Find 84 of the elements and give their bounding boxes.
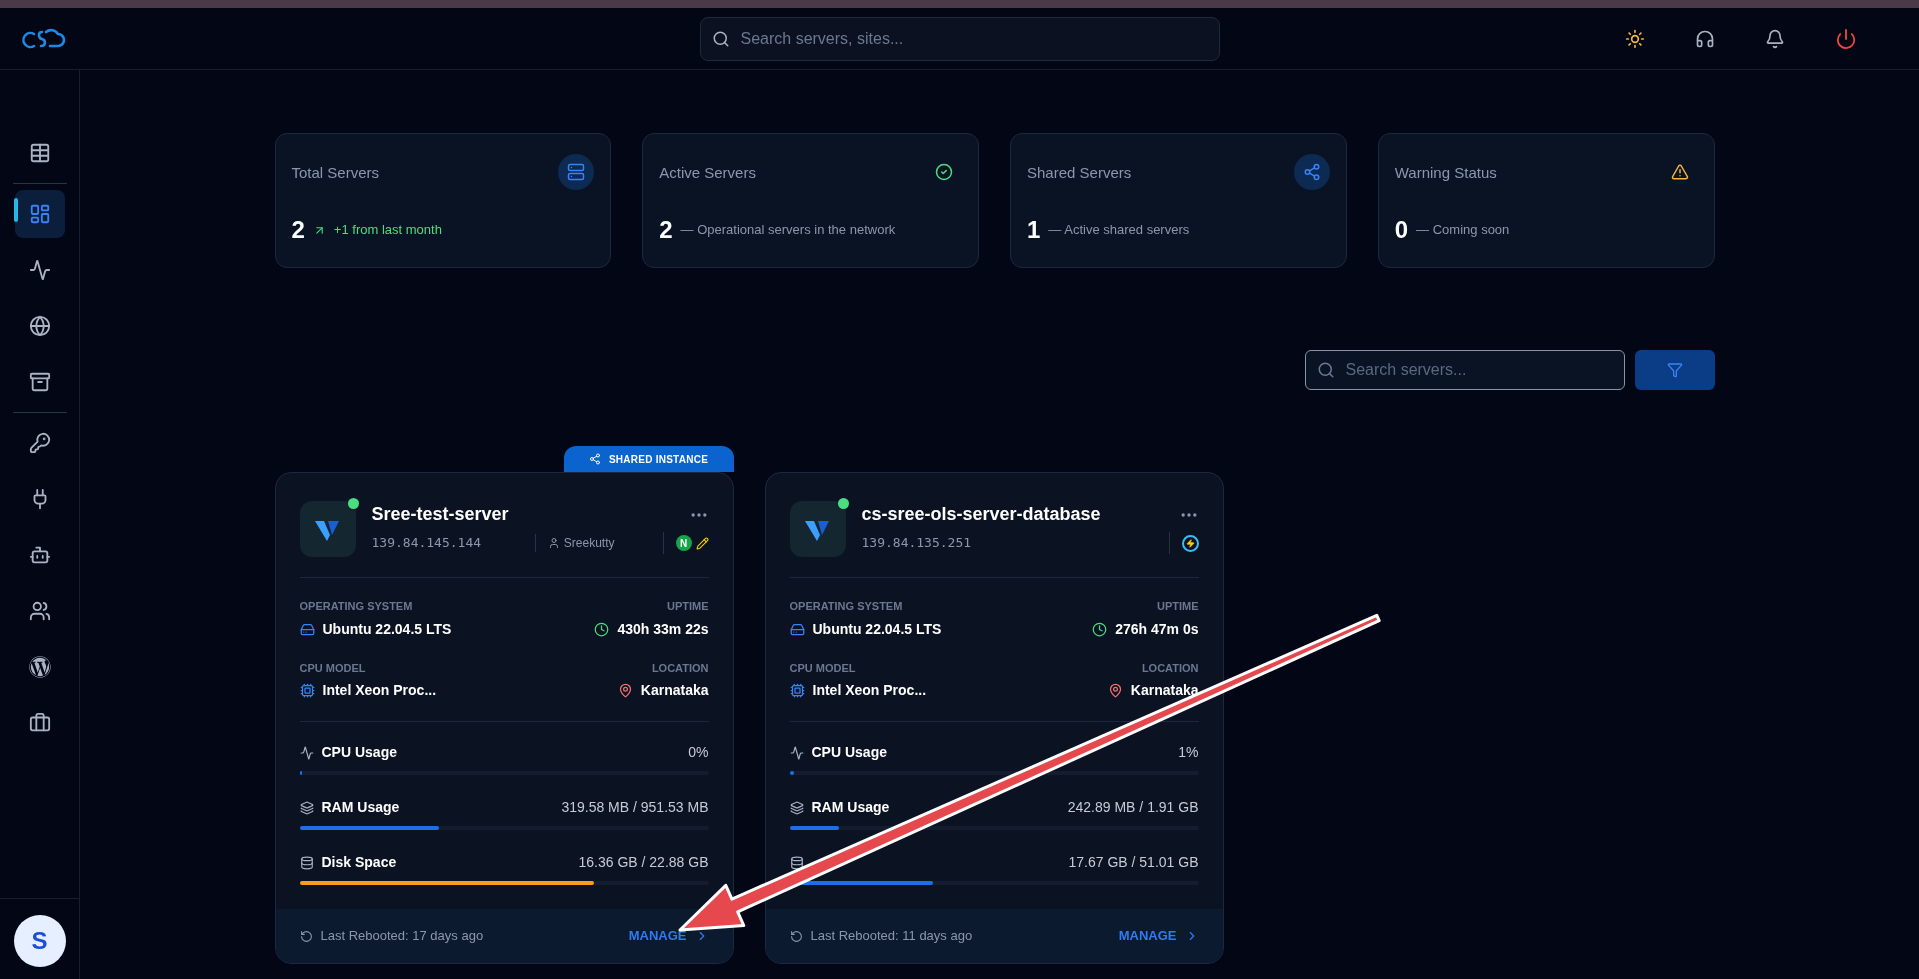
server-name: cs-sree-ols-server-database <box>861 503 1101 526</box>
field-label: UPTIME <box>666 599 709 614</box>
field-label: CPU MODEL <box>789 660 857 676</box>
stat-note: — Coming soon <box>1416 221 1510 240</box>
stat-note: +1 from last month <box>333 221 442 240</box>
server-icon <box>558 154 595 190</box>
field-label: UPTIME <box>1156 599 1199 614</box>
layers-icon <box>789 800 804 815</box>
stat-title: Shared Servers <box>1027 163 1132 183</box>
stat-value: 1 <box>1027 218 1041 242</box>
search-icon <box>711 29 730 48</box>
nginx-badge: N <box>675 535 692 551</box>
database-icon <box>789 855 804 870</box>
activity-icon <box>789 745 804 760</box>
metric-reading: 242.89 MB / 1.91 GB <box>1067 798 1199 817</box>
field-label: LOCATION <box>1141 660 1199 676</box>
last-rebooted: Last Rebooted: 17 days ago <box>320 927 484 946</box>
map-pin-icon <box>1107 683 1123 698</box>
support-icon[interactable] <box>1695 28 1715 49</box>
metric-reading: 0% <box>688 743 709 762</box>
field-value: 276h 47m 0s <box>1115 619 1199 639</box>
last-rebooted: Last Rebooted: 11 days ago <box>810 927 973 946</box>
share-icon <box>1293 154 1330 190</box>
field-value: Karnataka <box>1130 681 1199 700</box>
notification-icon[interactable] <box>1765 28 1785 49</box>
stat-value: 0 <box>1394 218 1409 242</box>
metric-label: CPU Usage <box>811 743 887 762</box>
metric-reading: 1% <box>1178 743 1199 762</box>
shared-instance-tag: SHARED INSTANCE <box>563 446 734 472</box>
drive-icon <box>789 621 805 637</box>
metric-label: RAM Usage <box>811 798 890 817</box>
metric-label: Disk Space <box>321 853 397 872</box>
field-value: Karnataka <box>640 681 709 700</box>
metric-reading: 16.36 GB / 22.88 GB <box>578 853 709 872</box>
sidebar-dashboard-icon[interactable] <box>14 190 65 238</box>
server-user: Sreekutty <box>563 535 615 552</box>
field-value: Ubuntu 22.04.5 LTS <box>812 619 942 639</box>
filter-icon <box>1666 362 1683 378</box>
theme-icon[interactable] <box>1625 28 1645 49</box>
share-icon <box>588 453 601 465</box>
map-pin-icon <box>617 683 633 698</box>
field-value: Ubuntu 22.04.5 LTS <box>322 619 452 639</box>
field-value: Intel Xeon Proc... <box>812 681 927 700</box>
stat-value: 2 <box>291 218 305 242</box>
filter-button[interactable] <box>1634 350 1715 390</box>
clock-icon <box>1092 621 1108 637</box>
lightning-icon <box>1181 534 1199 552</box>
server-name: Sree-test-server <box>371 503 509 526</box>
user-icon <box>547 537 560 549</box>
field-value: Intel Xeon Proc... <box>322 681 437 700</box>
manage-button[interactable]: MANAGE <box>1118 926 1199 946</box>
server-search-field[interactable]: Search servers... <box>1304 350 1625 390</box>
manage-button[interactable]: MANAGE <box>628 926 709 946</box>
clock-icon <box>594 621 610 637</box>
field-value: 430h 33m 22s <box>617 619 709 639</box>
search-icon <box>1316 361 1335 379</box>
cpu-icon <box>299 683 315 698</box>
stat-title: Active Servers <box>659 163 756 183</box>
stat-note: — Active shared servers <box>1048 221 1190 240</box>
stat-note: — Operational servers in the network <box>680 221 896 240</box>
power-icon[interactable] <box>1835 27 1857 50</box>
database-icon <box>299 855 314 870</box>
metric-label: CPU Usage <box>321 743 397 762</box>
metric-label: RAM Usage <box>321 798 400 817</box>
stat-title: Total Servers <box>291 163 380 183</box>
stat-value: 2 <box>659 218 673 242</box>
field-label: OPERATING SYSTEM <box>789 599 904 614</box>
activity-icon <box>299 745 314 760</box>
metric-reading: 319.58 MB / 951.53 MB <box>561 798 709 817</box>
metric-reading: 17.67 GB / 51.01 GB <box>1068 853 1199 872</box>
reboot-icon <box>789 929 803 943</box>
server-ip: 139.84.145.144 <box>371 534 483 553</box>
pencil-icon <box>695 536 709 550</box>
field-label: OPERATING SYSTEM <box>299 599 414 614</box>
layers-icon <box>299 800 314 815</box>
reboot-icon <box>299 929 313 943</box>
cpu-icon <box>789 683 805 698</box>
user-avatar[interactable]: S <box>13 915 66 967</box>
global-search-field[interactable]: Search servers, sites... <box>699 16 1220 61</box>
field-label: CPU MODEL <box>299 660 367 676</box>
stat-title: Warning Status <box>1394 163 1497 183</box>
field-label: LOCATION <box>651 660 709 676</box>
drive-icon <box>299 621 315 637</box>
server-ip: 139.84.135.251 <box>861 534 973 553</box>
